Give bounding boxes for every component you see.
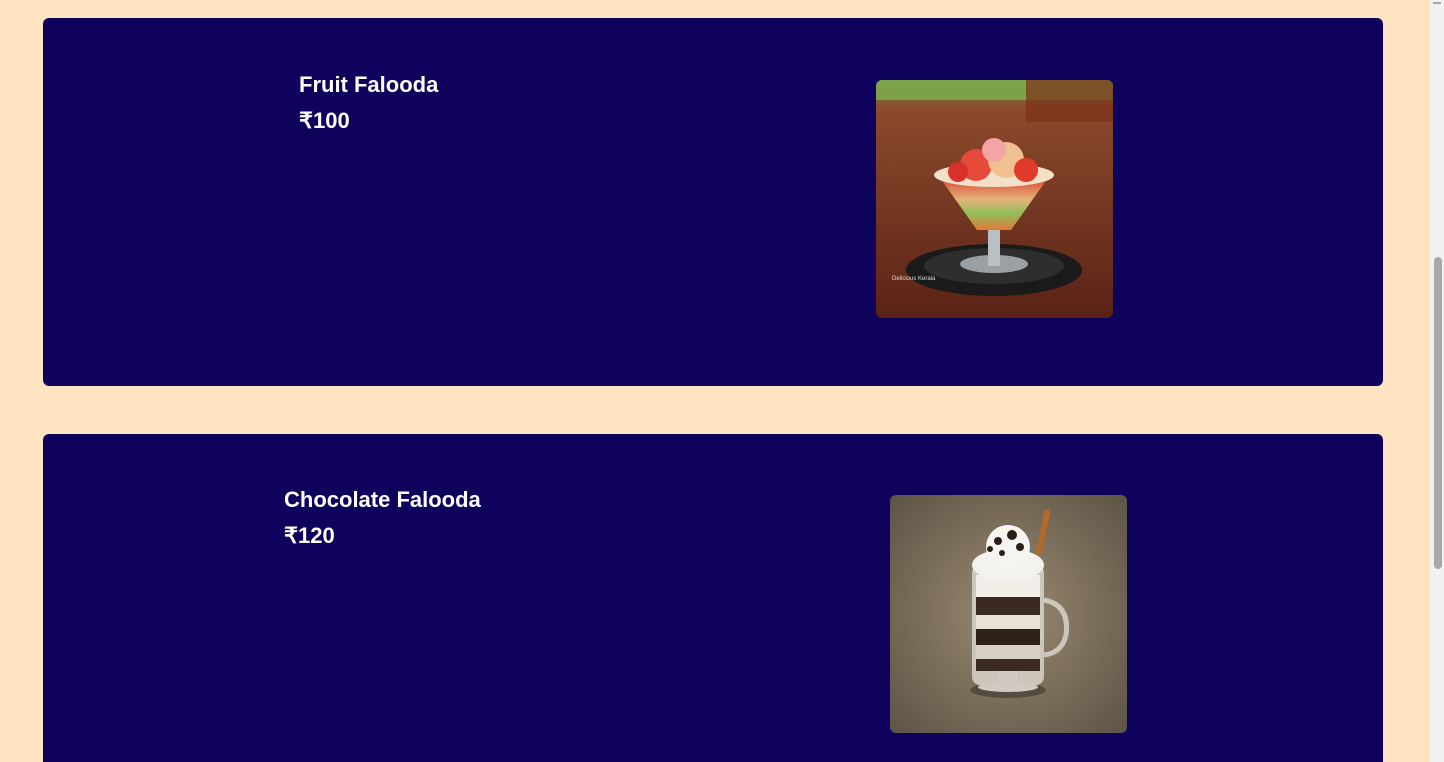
menu-item-name: Fruit Falooda <box>299 72 439 97</box>
menu-item-card[interactable]: Chocolate Falooda ₹120 <box>43 434 1383 762</box>
fruit-falooda-image[interactable]: Delicious Kerala <box>876 80 1113 318</box>
scroll-up-icon[interactable] <box>1433 2 1441 4</box>
chocolate-falooda-photo <box>890 495 1127 733</box>
menu-item-info: Fruit Falooda ₹100 <box>299 70 438 136</box>
menu-item-price: ₹120 <box>284 523 335 548</box>
scrollbar-thumb[interactable] <box>1434 257 1442 569</box>
menu-item-name: Chocolate Falooda <box>284 487 481 512</box>
vertical-scrollbar[interactable] <box>1430 0 1444 762</box>
menu-item-card[interactable]: Fruit Falooda ₹100 Delicious Kerala <box>43 18 1383 386</box>
photo-caption: Delicious Kerala <box>892 276 936 282</box>
fruit-falooda-photo: Delicious Kerala <box>876 80 1113 318</box>
menu-item-price: ₹100 <box>299 108 350 133</box>
menu-item-info: Chocolate Falooda ₹120 <box>284 485 481 551</box>
menu-page: Fruit Falooda ₹100 Delicious Kerala Choc… <box>0 0 1444 762</box>
chocolate-falooda-image[interactable] <box>890 495 1127 733</box>
